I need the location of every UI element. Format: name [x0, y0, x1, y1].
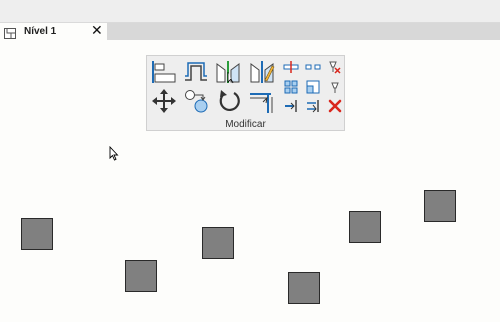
- mirror-pick-axis-icon[interactable]: [215, 60, 241, 84]
- array-icon[interactable]: [284, 80, 298, 94]
- model-element[interactable]: [21, 218, 53, 250]
- trim-extend-single-icon[interactable]: [284, 99, 298, 113]
- rotate-icon[interactable]: [217, 88, 243, 114]
- copy-icon[interactable]: [183, 88, 209, 114]
- floor-plan-icon: [4, 26, 16, 39]
- view-tab-label: Nível 1: [24, 26, 57, 37]
- model-element[interactable]: [349, 211, 381, 243]
- modify-panel: Modificar: [146, 55, 345, 131]
- panel-title: Modificar: [225, 119, 266, 130]
- model-element[interactable]: [125, 260, 157, 292]
- model-element[interactable]: [288, 272, 320, 304]
- scale-icon[interactable]: [306, 80, 320, 94]
- trim-extend-corner-icon[interactable]: [249, 88, 275, 114]
- align-icon[interactable]: [151, 60, 177, 84]
- split-with-gap-icon[interactable]: [305, 61, 321, 73]
- pin-icon[interactable]: [328, 80, 342, 94]
- model-element[interactable]: [424, 190, 456, 222]
- mouse-cursor-icon: [109, 145, 119, 166]
- split-element-icon[interactable]: [283, 61, 299, 73]
- offset-icon[interactable]: [183, 60, 209, 84]
- mirror-draw-axis-icon[interactable]: [249, 60, 275, 84]
- move-icon[interactable]: [151, 88, 177, 114]
- view-tab[interactable]: Nível 1 ✕: [0, 22, 107, 40]
- title-bar: [0, 0, 500, 23]
- model-element[interactable]: [202, 227, 234, 259]
- trim-extend-multiple-icon[interactable]: [306, 99, 320, 113]
- delete-icon[interactable]: [328, 99, 342, 113]
- close-tab-button[interactable]: ✕: [91, 22, 103, 39]
- unpin-icon[interactable]: [327, 60, 341, 74]
